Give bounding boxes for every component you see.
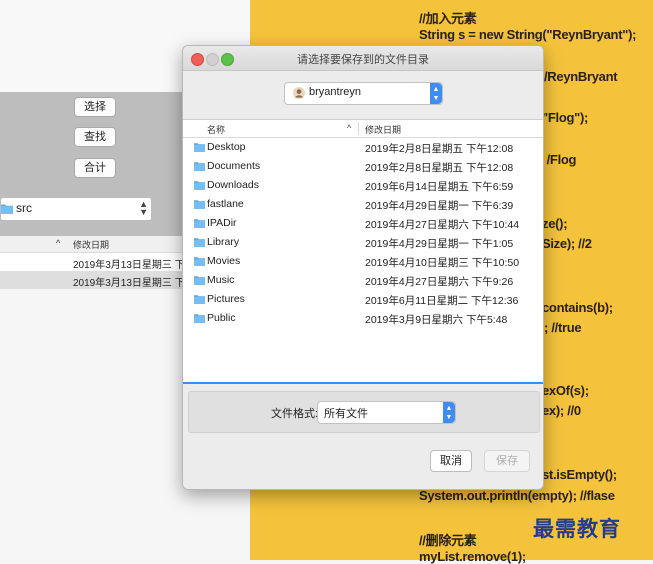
user-avatar-icon xyxy=(293,87,305,99)
file-name: fastlane xyxy=(207,198,244,210)
file-date: 2019年6月14日星期五 下午6:59 xyxy=(365,181,514,193)
folder-icon xyxy=(194,295,205,304)
code-line: String s = new String("ReynBryant"); xyxy=(419,27,637,42)
file-list-header: 名称 ^ 修改日期 xyxy=(183,120,543,138)
select-button[interactable]: 选择 xyxy=(74,97,116,117)
folder-select[interactable]: src ▲ ▼ xyxy=(0,197,152,221)
file-name: IPADir xyxy=(207,217,237,229)
file-name: Documents xyxy=(207,160,261,172)
file-name: Library xyxy=(207,236,240,248)
file-date: 2019年4月29日星期一 下午6:39 xyxy=(365,200,514,212)
code-line: //删除元素 xyxy=(419,533,477,548)
code-line: contains(b); xyxy=(542,300,613,315)
folder-icon xyxy=(194,200,205,209)
total-button[interactable]: 合计 xyxy=(74,158,116,178)
date-column-header[interactable]: 修改日期 xyxy=(73,238,109,251)
folder-icon xyxy=(194,257,205,266)
file-name: Desktop xyxy=(207,141,246,153)
cancel-button[interactable]: 取消 xyxy=(430,450,472,472)
code-line: ze(); xyxy=(542,216,568,231)
folder-icon xyxy=(194,314,205,323)
code-line: ex); //0 xyxy=(542,403,581,418)
file-format-value: 所有文件 xyxy=(324,408,368,420)
up-down-stepper-icon: ▲ ▼ xyxy=(443,402,455,423)
file-date: 2019年2月8日星期五 下午12:08 xyxy=(365,143,514,155)
file-name: Pictures xyxy=(207,293,245,305)
file-date: 2019年2月8日星期五 下午12:08 xyxy=(365,162,514,174)
location-value: bryantreyn xyxy=(309,86,361,98)
file-list[interactable]: 名称 ^ 修改日期 Desktop 2019年2月8日星期五 下午12:08 Doc… xyxy=(183,119,543,384)
file-row[interactable]: fastlane 2019年4月29日星期一 下午6:39 xyxy=(183,195,543,214)
file-name: Downloads xyxy=(207,179,259,191)
code-line: ); //true xyxy=(540,320,582,335)
dialog-titlebar[interactable]: 请选择要保存到的文件目录 xyxy=(183,46,543,71)
save-dialog: 请选择要保存到的文件目录 bryantreyn ▲ ▼ 名称 ^ 修改日期 Des… xyxy=(182,45,544,490)
code-line: /ReynBryant xyxy=(544,69,618,84)
file-name: Movies xyxy=(207,255,241,267)
file-date: 2019年3月9日星期六 下午5:48 xyxy=(365,314,508,326)
sort-arrow-icon: ^ xyxy=(347,123,352,133)
folder-icon xyxy=(194,276,205,285)
name-column-header[interactable]: 名称 xyxy=(207,123,225,136)
code-line: Size); //2 xyxy=(542,236,592,251)
file-date: 2019年4月29日星期一 下午1:05 xyxy=(365,238,514,250)
code-line: exOf(s); xyxy=(542,383,589,398)
folder-icon xyxy=(194,181,205,190)
file-row[interactable]: Pictures 2019年6月11日星期二 下午12:36 xyxy=(183,290,543,309)
file-row[interactable]: Downloads 2019年6月14日星期五 下午6:59 xyxy=(183,176,543,195)
code-line: "Flog"); xyxy=(542,110,589,125)
sort-arrow-icon: ^ xyxy=(56,238,61,248)
file-row[interactable]: Music 2019年4月27日星期六 下午9:26 xyxy=(183,271,543,290)
file-name: Public xyxy=(207,312,236,324)
date-column-header[interactable]: 修改日期 xyxy=(365,123,401,136)
folder-icon xyxy=(194,162,205,171)
code-line: //加入元素 xyxy=(419,11,477,26)
file-row[interactable]: IPADir 2019年4月27日星期六 下午10:44 xyxy=(183,214,543,233)
watermark-logo: 最需教育 xyxy=(533,516,621,541)
location-popup[interactable]: bryantreyn ▲ ▼ xyxy=(284,82,443,105)
folder-icon xyxy=(194,238,205,247)
up-down-stepper-icon: ▲ ▼ xyxy=(430,83,442,104)
folder-icon xyxy=(194,143,205,152)
file-row[interactable]: Movies 2019年4月10日星期三 下午10:50 xyxy=(183,252,543,271)
column-divider xyxy=(358,122,359,135)
file-row[interactable]: Desktop 2019年2月8日星期五 下午12:08 xyxy=(183,138,543,157)
file-name: Music xyxy=(207,274,235,286)
folder-icon xyxy=(1,204,13,214)
code-line: myList.remove(1); xyxy=(419,549,526,564)
file-date: 2019年4月27日星期六 下午9:26 xyxy=(365,276,514,288)
file-format-popup[interactable]: 所有文件 ▲ ▼ xyxy=(317,401,456,424)
folder-icon xyxy=(194,219,205,228)
code-line: / /Flog xyxy=(540,152,577,167)
up-down-stepper-icon: ▲ ▼ xyxy=(139,199,148,217)
code-line: st.isEmpty(); xyxy=(542,467,617,482)
file-format-label: 文件格式: xyxy=(271,408,319,420)
dialog-title: 请选择要保存到的文件目录 xyxy=(297,54,429,66)
file-row[interactable]: Public 2019年3月9日星期六 下午5:48 xyxy=(183,309,543,328)
folder-select-value: src xyxy=(16,201,32,215)
file-row[interactable]: Library 2019年4月29日星期一 下午1:05 xyxy=(183,233,543,252)
file-date: 2019年4月10日星期三 下午10:50 xyxy=(365,257,520,269)
file-date: 2019年6月11日星期二 下午12:36 xyxy=(365,295,519,307)
save-button[interactable]: 保存 xyxy=(484,450,530,472)
format-bar: 文件格式: 所有文件 ▲ ▼ xyxy=(188,391,540,433)
file-row[interactable]: Documents 2019年2月8日星期五 下午12:08 xyxy=(183,157,543,176)
code-line: System.out.println(empty); //flase xyxy=(419,488,615,503)
file-date: 2019年4月27日星期六 下午10:44 xyxy=(365,219,520,231)
find-button[interactable]: 查找 xyxy=(74,127,116,147)
